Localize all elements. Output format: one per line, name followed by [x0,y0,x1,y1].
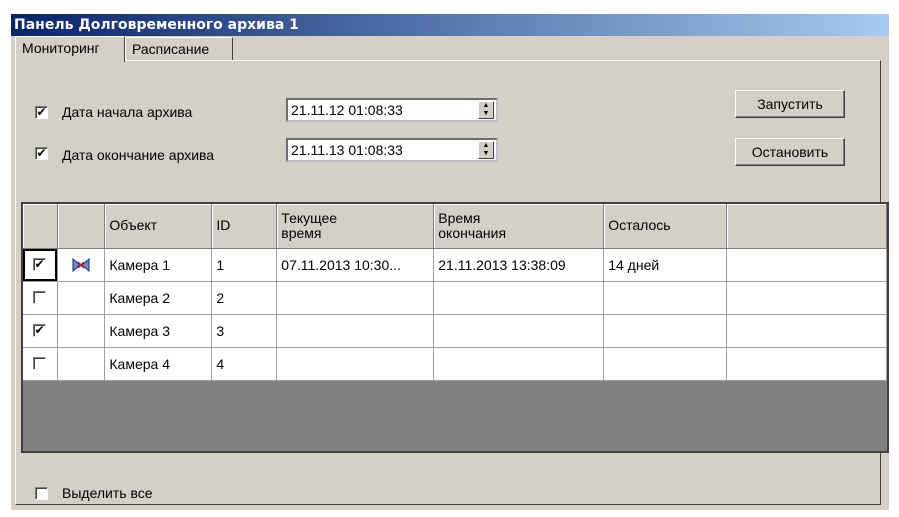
spin-down-icon[interactable]: ▼ [479,110,493,118]
row-current-time [276,314,435,348]
row-checkbox-cell[interactable]: ✔ [23,314,59,348]
column-header-object[interactable]: Объект [104,204,213,249]
column-header-status[interactable] [57,204,106,249]
column-header-current-time[interactable]: Текущее время [276,204,435,249]
archive-end-datetime-field[interactable]: 21.11.13 01:08:33 ▲ ▼ [286,138,498,162]
column-header-end-time[interactable]: Время окончания [433,204,605,249]
row-checkbox-cell[interactable]: ✔ [23,248,59,282]
stop-button[interactable]: Остановить [735,138,845,166]
row-id: 4 [211,347,278,381]
cameras-table: Объект ID Текущее время Время окончания … [23,204,887,381]
table-header-row: Объект ID Текущее время Время окончания … [23,204,887,249]
row-status-cell [57,248,106,282]
row-end-time [433,314,605,348]
row-current-time [276,281,435,315]
row-checkbox-cell[interactable] [23,281,59,315]
column-header-empty [726,204,887,249]
archive-end-label: Дата окончание архива [62,147,215,163]
tab-schedule[interactable]: Расписание [125,37,233,61]
row-id: 3 [211,314,278,348]
archive-end-checkbox[interactable]: ✔ [35,147,48,160]
row-remaining [603,314,728,348]
table-row[interactable]: Камера 4 4 [23,347,887,381]
archive-start-spinner[interactable]: ▲ ▼ [478,101,494,119]
row-empty [726,281,887,315]
column-header-current-time-label: Текущее время [281,209,338,241]
row-checkbox-cell[interactable] [23,347,59,381]
row-object: Камера 2 [104,281,213,315]
row-status-cell [57,314,106,348]
column-header-end-time-label: Время окончания [438,209,507,241]
row-current-time: 07.11.2013 10:30... [276,248,435,282]
table-row[interactable]: ✔ Камера 1 1 07.11.2013 10:30... 21.11.2… [23,248,887,282]
select-all-checkbox[interactable] [35,487,48,500]
column-header-checkbox[interactable] [23,204,59,249]
row-empty [726,248,887,282]
spin-up-icon[interactable]: ▲ [479,102,493,110]
cameras-grid: Объект ID Текущее время Время окончания … [21,202,889,453]
row-end-time [433,347,605,381]
row-remaining [603,347,728,381]
row-remaining [603,281,728,315]
table-row[interactable]: Камера 2 2 [23,281,887,315]
select-all-label: Выделить все [62,485,153,501]
row-object: Камера 4 [104,347,213,381]
spin-up-icon[interactable]: ▲ [479,142,493,150]
row-id: 1 [211,248,278,282]
archive-end-spinner[interactable]: ▲ ▼ [478,141,494,159]
archive-start-value: 21.11.12 01:08:33 [291,102,403,118]
table-row[interactable]: ✔ Камера 3 3 [23,314,887,348]
row-remaining: 14 дней [603,248,728,282]
row-end-time [433,281,605,315]
row-object: Камера 3 [104,314,213,348]
column-header-remaining[interactable]: Осталось [603,204,728,249]
archive-start-label: Дата начала архива [62,104,193,120]
row-checkbox[interactable] [33,290,46,304]
start-button[interactable]: Запустить [735,90,845,118]
row-checkbox[interactable] [33,356,46,370]
row-checkbox[interactable]: ✔ [33,257,46,271]
row-empty [726,314,887,348]
row-object: Камера 1 [104,248,213,282]
row-status-cell [57,281,106,315]
window-title: Панель Долговременного архива 1 [11,14,889,36]
archive-start-datetime-field[interactable]: 21.11.12 01:08:33 ▲ ▼ [286,98,498,122]
camera-recording-icon [72,257,90,272]
archive-end-value: 21.11.13 01:08:33 [291,142,403,158]
row-id: 2 [211,281,278,315]
row-status-cell [57,347,106,381]
spin-down-icon[interactable]: ▼ [479,150,493,158]
tab-monitoring[interactable]: Мониторинг [15,36,125,62]
row-empty [726,347,887,381]
archive-start-checkbox[interactable]: ✔ [35,106,48,119]
column-header-id[interactable]: ID [211,204,278,249]
row-checkbox[interactable]: ✔ [33,323,46,337]
row-end-time: 21.11.2013 13:38:09 [433,248,605,282]
row-current-time [276,347,435,381]
